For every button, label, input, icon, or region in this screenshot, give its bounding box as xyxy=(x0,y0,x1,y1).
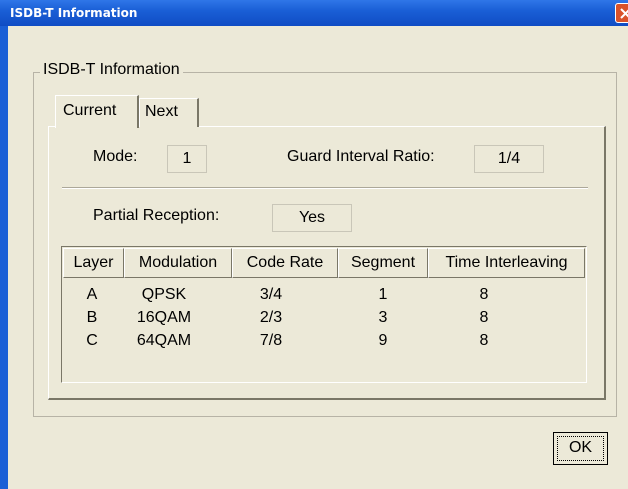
title-bar[interactable]: ISDB-T Information xyxy=(0,0,628,26)
cell-modulation: QPSK xyxy=(141,286,187,303)
column-header-layer[interactable]: Layer xyxy=(63,248,124,278)
cell-time-interleaving: 8 xyxy=(479,286,489,303)
group-box-label: ISDB-T Information xyxy=(40,61,183,79)
tab-current-label: Current xyxy=(63,102,117,119)
cell-code-rate: 2/3 xyxy=(259,309,283,326)
cell-segment: 9 xyxy=(378,332,388,349)
cell-modulation: 16QAM xyxy=(136,309,192,326)
close-icon xyxy=(620,8,628,19)
cell-modulation: 64QAM xyxy=(136,332,192,349)
column-header-modulation[interactable]: Modulation xyxy=(124,248,232,278)
cell-segment: 1 xyxy=(378,286,388,303)
cell-segment: 3 xyxy=(378,309,388,326)
tab-next-label: Next xyxy=(145,103,178,120)
cell-layer: B xyxy=(86,309,98,326)
tab-current[interactable]: Current xyxy=(55,95,139,128)
mode-label: Mode: xyxy=(93,148,138,165)
tab-next[interactable]: Next xyxy=(139,98,199,127)
cell-code-rate: 3/4 xyxy=(259,286,283,303)
isdbt-dialog: ISDB-T Information ISDB-T Information Ne… xyxy=(0,0,628,489)
cell-layer: C xyxy=(86,332,98,349)
cell-code-rate: 7/8 xyxy=(259,332,283,349)
guard-interval-label: Guard Interval Ratio: xyxy=(287,148,435,165)
column-header-time-interleaving[interactable]: Time Interleaving xyxy=(428,248,585,278)
partial-reception-label: Partial Reception: xyxy=(93,207,220,224)
column-header-code-rate[interactable]: Code Rate xyxy=(232,248,338,278)
cell-time-interleaving: 8 xyxy=(479,309,489,326)
ok-button[interactable]: OK xyxy=(553,432,608,465)
window-title: ISDB-T Information xyxy=(10,6,138,20)
column-header-segment[interactable]: Segment xyxy=(338,248,428,278)
mode-value: 1 xyxy=(167,145,207,173)
guard-interval-value: 1/4 xyxy=(474,145,544,173)
cell-time-interleaving: 8 xyxy=(479,332,489,349)
cell-layer: A xyxy=(86,286,98,303)
window-border xyxy=(0,26,8,489)
partial-reception-value: Yes xyxy=(272,204,352,232)
separator-highlight xyxy=(62,188,588,189)
close-button[interactable] xyxy=(615,3,628,23)
